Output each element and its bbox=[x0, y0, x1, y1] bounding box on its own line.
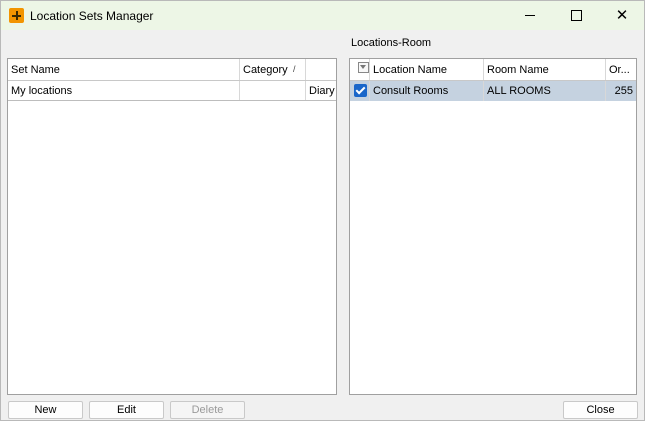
title-bar[interactable]: Location Sets Manager ✕ bbox=[1, 1, 644, 30]
column-label: Or... bbox=[609, 64, 630, 76]
room-name-cell: ALL ROOMS bbox=[484, 81, 606, 101]
column-label: Category bbox=[243, 64, 288, 76]
edit-button[interactable]: Edit bbox=[89, 401, 164, 419]
maximize-button[interactable] bbox=[553, 1, 599, 30]
close-button[interactable]: Close bbox=[563, 401, 638, 419]
location-name-cell: Consult Rooms bbox=[370, 81, 484, 101]
new-button[interactable]: New bbox=[8, 401, 83, 419]
column-label: Room Name bbox=[487, 64, 549, 76]
minimize-icon bbox=[525, 15, 535, 16]
table-row[interactable]: My locations Diary bbox=[8, 81, 336, 101]
row-checkbox[interactable] bbox=[354, 84, 367, 97]
grid-header: Location Name Room Name Or... bbox=[350, 59, 636, 81]
column-header-set-name[interactable]: Set Name bbox=[8, 59, 240, 80]
location-sets-manager-window: Location Sets Manager ✕ Locations-Room S… bbox=[0, 0, 645, 421]
column-header-type[interactable] bbox=[306, 59, 336, 80]
category-cell bbox=[240, 81, 306, 100]
close-window-button[interactable]: ✕ bbox=[599, 1, 645, 30]
table-row[interactable]: Consult Rooms ALL ROOMS 255 bbox=[350, 81, 636, 101]
filter-icon[interactable] bbox=[358, 62, 369, 73]
minimize-button[interactable] bbox=[507, 1, 553, 30]
column-header-order[interactable]: Or... bbox=[606, 59, 636, 80]
column-header-location-name[interactable]: Location Name bbox=[370, 59, 484, 80]
column-label: Location Name bbox=[373, 64, 447, 76]
plus-icon bbox=[9, 8, 24, 23]
location-sets-grid[interactable]: Set Name Category / My locations Diary bbox=[7, 58, 337, 395]
window-title: Location Sets Manager bbox=[30, 9, 154, 23]
column-header-filter[interactable] bbox=[350, 59, 370, 80]
delete-button[interactable]: Delete bbox=[170, 401, 245, 419]
column-header-category[interactable]: Category / bbox=[240, 59, 306, 80]
order-cell: 255 bbox=[614, 85, 633, 97]
sort-ascending-icon: / bbox=[293, 64, 296, 74]
checkbox-cell bbox=[350, 81, 370, 101]
close-icon: ✕ bbox=[615, 7, 629, 24]
grid-header: Set Name Category / bbox=[8, 59, 336, 81]
set-name-cell: My locations bbox=[8, 81, 240, 100]
type-cell: Diary bbox=[309, 85, 335, 97]
locations-room-grid[interactable]: Location Name Room Name Or... Consult Ro… bbox=[349, 58, 637, 395]
locations-room-label: Locations-Room bbox=[351, 37, 432, 49]
column-header-room-name[interactable]: Room Name bbox=[484, 59, 606, 80]
column-label: Set Name bbox=[11, 64, 60, 76]
maximize-icon bbox=[570, 10, 582, 21]
